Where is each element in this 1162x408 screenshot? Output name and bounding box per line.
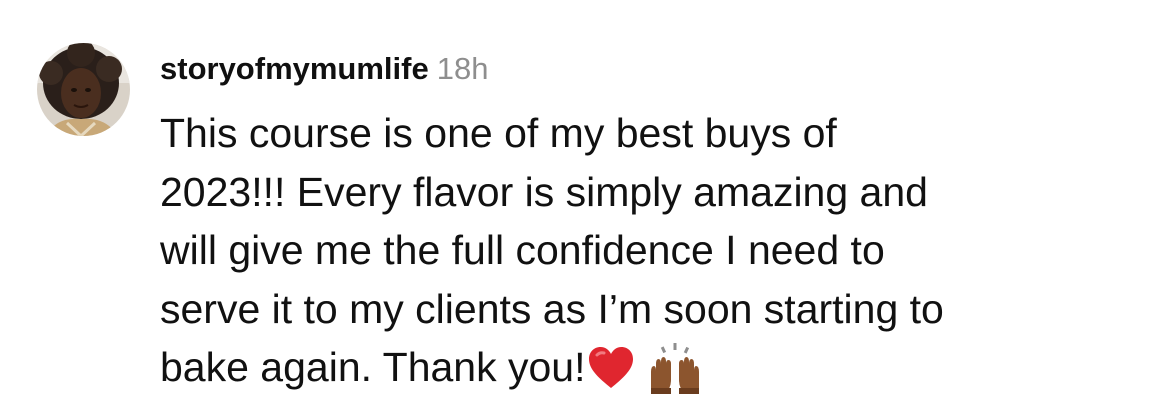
comment-body: This course is one of my best buys of 20…	[160, 110, 944, 390]
comment-header: storyofmymumlife 18h	[160, 50, 488, 94]
comment-text: This course is one of my best buys of 20…	[160, 104, 1140, 397]
raising-hands-icon	[650, 343, 699, 394]
username[interactable]: storyofmymumlife	[160, 51, 429, 86]
avatar-photo	[37, 43, 130, 136]
red-heart-icon	[588, 347, 633, 388]
avatar[interactable]	[37, 43, 130, 136]
comment: storyofmymumlife 18h This course is one o…	[0, 0, 1162, 408]
timestamp: 18h	[436, 51, 489, 86]
emoji-group	[588, 342, 702, 394]
